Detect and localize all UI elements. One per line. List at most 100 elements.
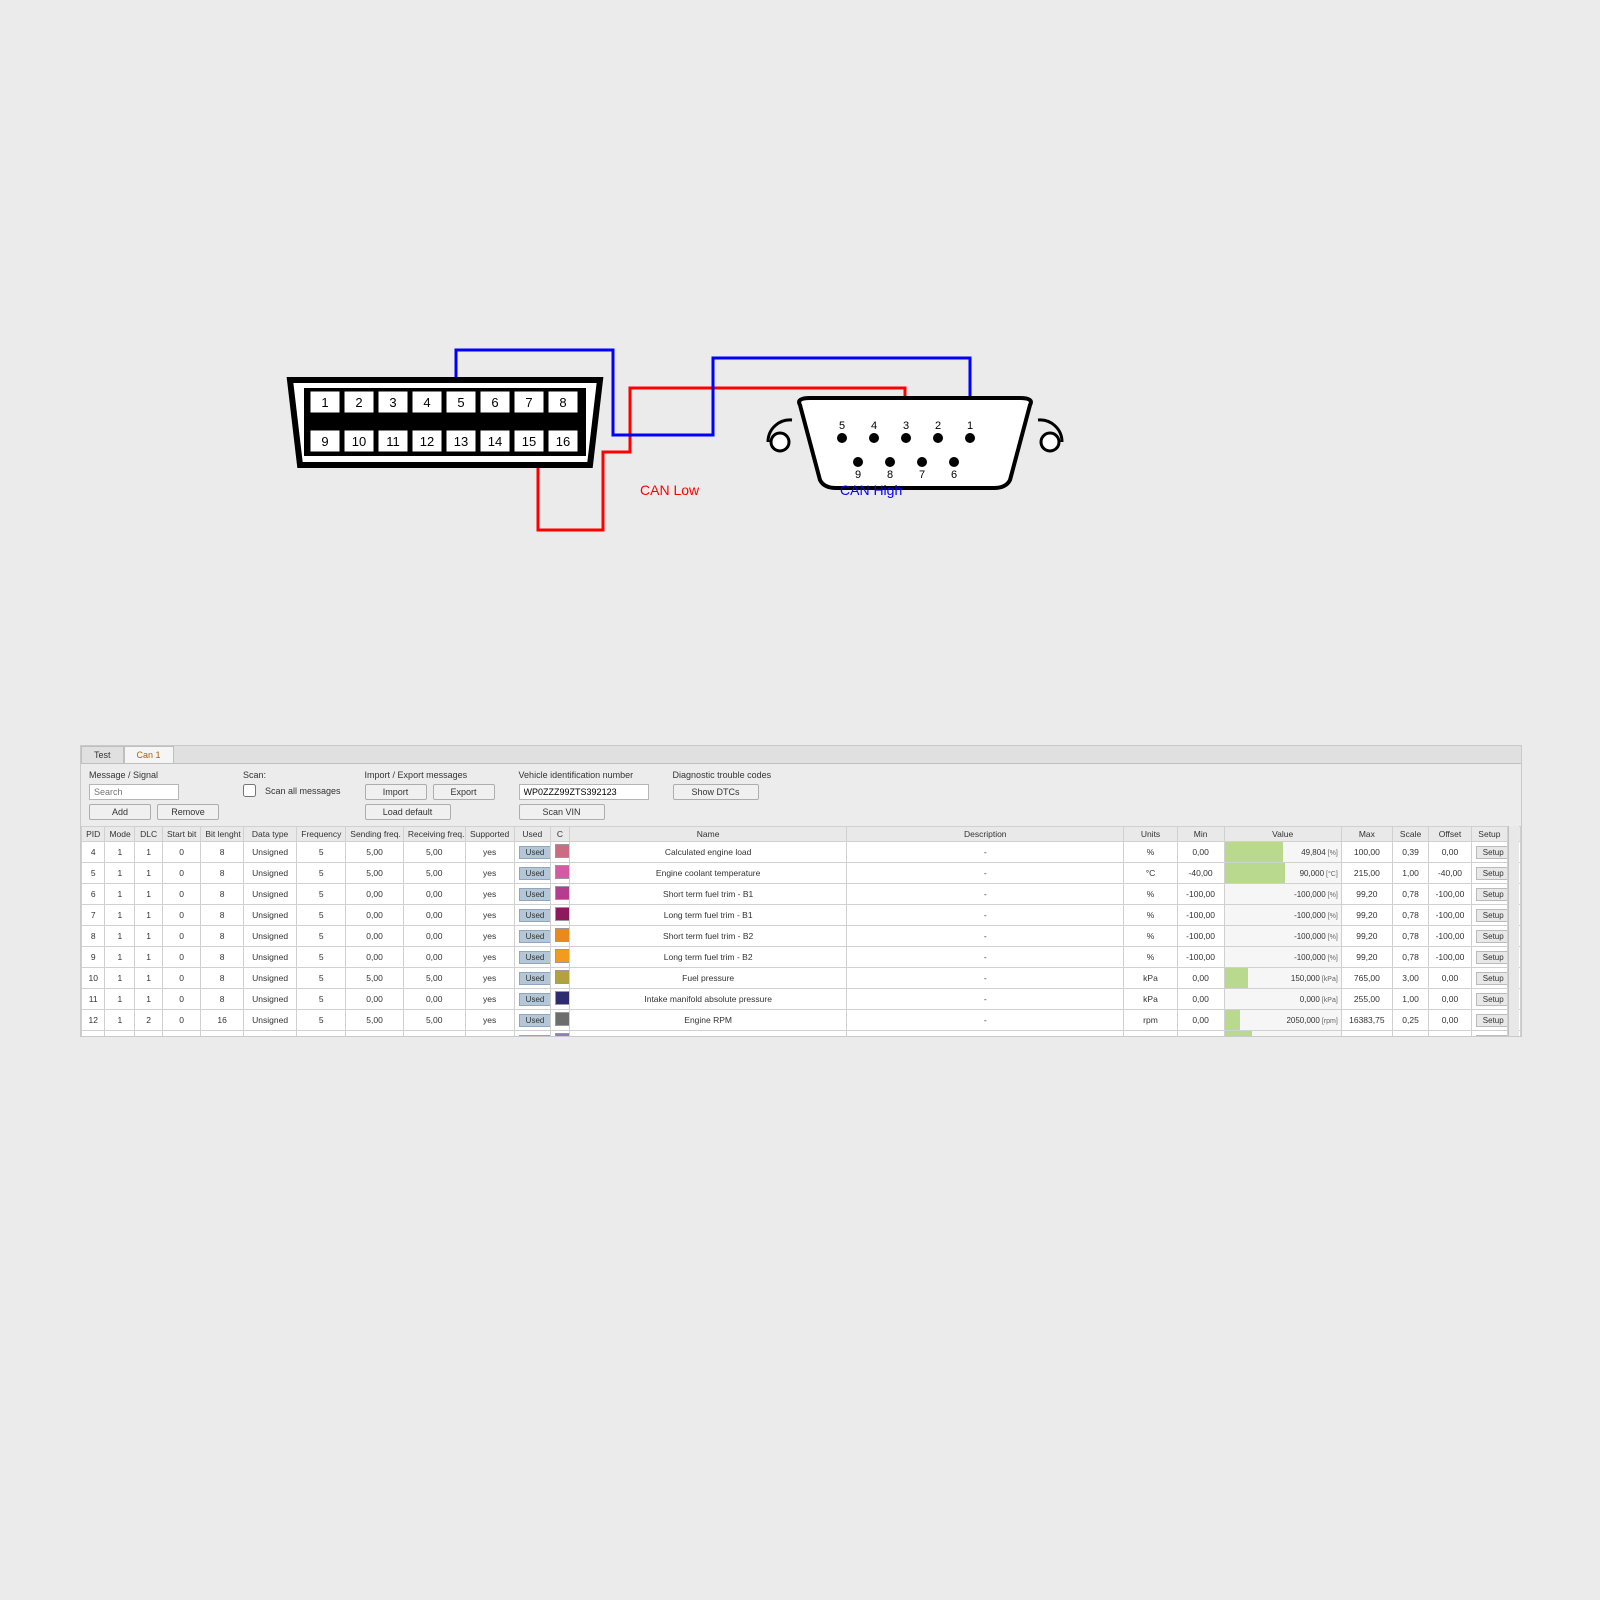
svg-text:9: 9 bbox=[855, 469, 861, 481]
col-header[interactable]: Name bbox=[570, 827, 847, 842]
tab-test[interactable]: Test bbox=[81, 746, 124, 763]
color-swatch[interactable] bbox=[555, 1012, 570, 1026]
setup-button[interactable]: Setup bbox=[1476, 1035, 1508, 1037]
import-export-label: Import / Export messages bbox=[365, 770, 495, 780]
setup-button[interactable]: Setup bbox=[1476, 846, 1508, 859]
message-signal-label: Message / Signal bbox=[89, 770, 219, 780]
table-row: 81108Unsigned50,000,00yesUsedShort term … bbox=[82, 926, 1521, 947]
setup-button[interactable]: Setup bbox=[1476, 951, 1508, 964]
can-high-label: CAN High bbox=[840, 482, 902, 498]
col-header[interactable]: Setup bbox=[1471, 827, 1507, 842]
color-swatch[interactable] bbox=[555, 970, 570, 984]
setup-button[interactable]: Setup bbox=[1476, 909, 1508, 922]
pid-table: PIDModeDLCStart bitBit lenghtData typeFr… bbox=[81, 826, 1521, 1036]
toolbar: Message / Signal Add Remove Scan: Scan a… bbox=[81, 764, 1521, 826]
col-header[interactable]: Value bbox=[1224, 827, 1341, 842]
value-cell: 0,000[kPa] bbox=[1224, 989, 1341, 1010]
used-toggle[interactable]: Used bbox=[519, 1035, 551, 1037]
col-header[interactable]: Description bbox=[847, 827, 1124, 842]
col-header[interactable]: Max bbox=[1341, 827, 1392, 842]
table-row: 101108Unsigned55,005,00yesUsedFuel press… bbox=[82, 968, 1521, 989]
svg-text:3: 3 bbox=[389, 395, 396, 410]
color-swatch[interactable] bbox=[555, 1033, 570, 1036]
color-swatch[interactable] bbox=[555, 928, 570, 942]
col-header[interactable]: Supported bbox=[465, 827, 514, 842]
color-swatch[interactable] bbox=[555, 844, 570, 858]
svg-text:16: 16 bbox=[556, 434, 570, 449]
setup-button[interactable]: Setup bbox=[1476, 930, 1508, 943]
svg-text:11: 11 bbox=[386, 434, 400, 449]
col-header[interactable]: Sending freq. bbox=[346, 827, 404, 842]
value-cell: 150,000[kPa] bbox=[1224, 968, 1341, 989]
import-button[interactable]: Import bbox=[365, 784, 427, 800]
setup-button[interactable]: Setup bbox=[1476, 1014, 1508, 1027]
table-row: 51108Unsigned55,005,00yesUsedEngine cool… bbox=[82, 863, 1521, 884]
load-default-button[interactable]: Load default bbox=[365, 804, 451, 820]
tab-bar: Test Can 1 bbox=[81, 746, 1521, 764]
col-header[interactable]: Min bbox=[1177, 827, 1224, 842]
table-row: 71108Unsigned50,000,00yesUsedLong term f… bbox=[82, 905, 1521, 926]
color-swatch[interactable] bbox=[555, 907, 570, 921]
used-toggle[interactable]: Used bbox=[519, 972, 551, 985]
wiring-diagram: 12345678 910111213141516 54321 9876 CAN … bbox=[270, 320, 1110, 600]
svg-text:10: 10 bbox=[352, 434, 366, 449]
used-toggle[interactable]: Used bbox=[519, 930, 551, 943]
value-cell: 2050,000[rpm] bbox=[1224, 1010, 1341, 1031]
remove-button[interactable]: Remove bbox=[157, 804, 219, 820]
col-header[interactable]: Data type bbox=[243, 827, 296, 842]
setup-button[interactable]: Setup bbox=[1476, 888, 1508, 901]
svg-text:6: 6 bbox=[951, 469, 957, 481]
scan-vin-button[interactable]: Scan VIN bbox=[519, 804, 605, 820]
svg-text:1: 1 bbox=[321, 395, 328, 410]
value-cell: -100,000[%] bbox=[1224, 926, 1341, 947]
used-toggle[interactable]: Used bbox=[519, 993, 551, 1006]
can-low-label: CAN Low bbox=[640, 482, 700, 498]
used-toggle[interactable]: Used bbox=[519, 888, 551, 901]
svg-text:2: 2 bbox=[355, 395, 362, 410]
used-toggle[interactable]: Used bbox=[519, 1014, 551, 1027]
col-header[interactable]: C bbox=[550, 827, 569, 842]
add-button[interactable]: Add bbox=[89, 804, 151, 820]
used-toggle[interactable]: Used bbox=[519, 867, 551, 880]
setup-button[interactable]: Setup bbox=[1476, 972, 1508, 985]
svg-text:8: 8 bbox=[887, 469, 893, 481]
col-header[interactable]: Receiving freq. bbox=[403, 827, 465, 842]
col-header[interactable]: Scale bbox=[1392, 827, 1428, 842]
svg-text:8: 8 bbox=[559, 395, 566, 410]
col-header[interactable]: PID bbox=[82, 827, 105, 842]
color-swatch[interactable] bbox=[555, 865, 570, 879]
color-swatch[interactable] bbox=[555, 991, 570, 1005]
col-header[interactable]: Frequency bbox=[297, 827, 346, 842]
table-row: 41108Unsigned55,005,00yesUsedCalculated … bbox=[82, 842, 1521, 863]
color-swatch[interactable] bbox=[555, 949, 570, 963]
col-header[interactable]: Mode bbox=[105, 827, 135, 842]
svg-text:2: 2 bbox=[935, 420, 941, 432]
export-button[interactable]: Export bbox=[433, 784, 495, 800]
used-toggle[interactable]: Used bbox=[519, 846, 551, 859]
scan-all-checkbox[interactable] bbox=[243, 784, 256, 797]
col-header[interactable]: DLC bbox=[135, 827, 163, 842]
vin-input[interactable] bbox=[519, 784, 649, 800]
app-panel: Test Can 1 Message / Signal Add Remove S… bbox=[80, 745, 1522, 1037]
tab-can1[interactable]: Can 1 bbox=[124, 746, 174, 763]
show-dtcs-button[interactable]: Show DTCs bbox=[673, 784, 759, 800]
col-header[interactable]: Units bbox=[1124, 827, 1177, 842]
value-cell: 49,804[%] bbox=[1224, 842, 1341, 863]
svg-text:14: 14 bbox=[488, 434, 502, 449]
svg-text:4: 4 bbox=[423, 395, 430, 410]
setup-button[interactable]: Setup bbox=[1476, 867, 1508, 880]
col-header[interactable]: Used bbox=[514, 827, 550, 842]
used-toggle[interactable]: Used bbox=[519, 951, 551, 964]
value-cell: -100,000[%] bbox=[1224, 905, 1341, 926]
col-header[interactable]: Offset bbox=[1429, 827, 1472, 842]
col-header[interactable]: Bit lenght bbox=[201, 827, 244, 842]
scan-all-label: Scan all messages bbox=[265, 786, 341, 796]
used-toggle[interactable]: Used bbox=[519, 909, 551, 922]
table-row: 111108Unsigned50,000,00yesUsedIntake man… bbox=[82, 989, 1521, 1010]
scan-label: Scan: bbox=[243, 770, 341, 780]
col-header[interactable]: Start bit bbox=[162, 827, 200, 842]
color-swatch[interactable] bbox=[555, 886, 570, 900]
setup-button[interactable]: Setup bbox=[1476, 993, 1508, 1006]
search-input[interactable] bbox=[89, 784, 179, 800]
vertical-scrollbar[interactable] bbox=[1508, 826, 1519, 1036]
